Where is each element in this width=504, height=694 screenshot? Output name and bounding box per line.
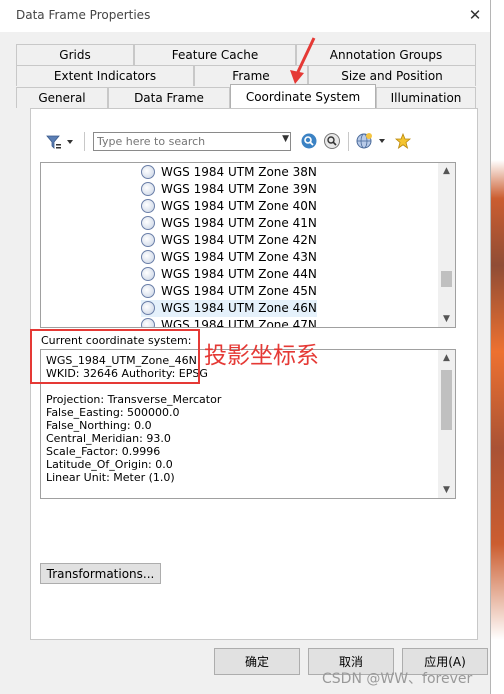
info-line: Linear Unit: Meter (1.0) (46, 471, 175, 484)
tab-extent-indicators[interactable]: Extent Indicators (16, 65, 194, 86)
info-line: False_Northing: 0.0 (46, 419, 152, 432)
search-input[interactable]: ▼ (93, 132, 291, 151)
transformations-button[interactable]: Transformations... (40, 563, 161, 584)
tab-general[interactable]: General (16, 87, 108, 108)
search-icon[interactable] (299, 132, 319, 155)
globe-icon (141, 300, 155, 315)
search-text-field[interactable] (94, 133, 278, 150)
list-item-label: WGS 1984 UTM Zone 38N (161, 165, 317, 179)
globe-icon (141, 232, 155, 247)
toolbar-divider (348, 132, 349, 151)
globe-dropdown-icon[interactable] (355, 132, 389, 155)
background-image-edge (491, 160, 504, 640)
tab-grids[interactable]: Grids (16, 44, 134, 65)
list-item-label: WGS 1984 UTM Zone 43N (161, 250, 317, 264)
scroll-thumb[interactable] (441, 271, 452, 287)
tab-data-frame[interactable]: Data Frame (108, 87, 230, 108)
list-item[interactable]: WGS 1984 UTM Zone 45N (141, 283, 317, 300)
window-title: Data Frame Properties (16, 8, 151, 22)
globe-icon (141, 198, 155, 213)
list-item-label: WGS 1984 UTM Zone 47N (161, 318, 317, 328)
tab-annotation-groups[interactable]: Annotation Groups (296, 44, 476, 65)
tab-illumination[interactable]: Illumination (376, 87, 476, 108)
list-scrollbar[interactable]: ▲ ▼ (438, 163, 455, 327)
globe-icon (141, 164, 155, 179)
info-line: Latitude_Of_Origin: 0.0 (46, 458, 173, 471)
list-item-label: WGS 1984 UTM Zone 45N (161, 284, 317, 298)
list-item[interactable]: WGS 1984 UTM Zone 38N (141, 164, 317, 181)
ok-button[interactable]: 确定 (214, 648, 300, 675)
info-line: False_Easting: 500000.0 (46, 406, 180, 419)
scroll-up-icon[interactable]: ▲ (438, 350, 455, 366)
coordinate-system-list[interactable]: WGS 1984 UTM Zone 38N WGS 1984 UTM Zone … (40, 162, 456, 328)
toolbar-divider (84, 132, 85, 151)
globe-icon (141, 266, 155, 281)
clear-search-icon[interactable] (322, 132, 342, 155)
list-item-label: WGS 1984 UTM Zone 39N (161, 182, 317, 196)
list-item-label: WGS 1984 UTM Zone 41N (161, 216, 317, 230)
info-line: Scale_Factor: 0.9996 (46, 445, 161, 458)
list-item[interactable]: WGS 1984 UTM Zone 44N (141, 266, 317, 283)
globe-icon (141, 249, 155, 264)
list-item-label: WGS 1984 UTM Zone 42N (161, 233, 317, 247)
list-item[interactable]: WGS 1984 UTM Zone 41N (141, 215, 317, 232)
list-item[interactable]: WGS 1984 UTM Zone 42N (141, 232, 317, 249)
list-item[interactable]: WGS 1984 UTM Zone 40N (141, 198, 317, 215)
list-item-label: WGS 1984 UTM Zone 44N (161, 267, 317, 281)
scroll-up-icon[interactable]: ▲ (438, 163, 455, 179)
list-item[interactable]: WGS 1984 UTM Zone 47N (141, 317, 317, 328)
list-item-label: WGS 1984 UTM Zone 40N (161, 199, 317, 213)
add-favorite-icon[interactable] (393, 132, 413, 155)
annotation-text: 投影坐标系 (204, 343, 319, 369)
info-line: Projection: Transverse_Mercator (46, 393, 222, 406)
annotation-arrow (290, 37, 316, 84)
globe-icon (141, 283, 155, 298)
annotation-highlight-box (30, 329, 200, 384)
tab-size-and-position[interactable]: Size and Position (308, 65, 476, 86)
list-item[interactable]: WGS 1984 UTM Zone 43N (141, 249, 317, 266)
info-line: Central_Meridian: 93.0 (46, 432, 171, 445)
globe-icon (141, 181, 155, 196)
close-icon[interactable]: ✕ (466, 6, 484, 24)
title-bar: Data Frame Properties ✕ (0, 0, 490, 32)
list-item[interactable]: WGS 1984 UTM Zone 39N (141, 181, 317, 198)
scroll-thumb[interactable] (441, 370, 452, 430)
scroll-down-icon[interactable]: ▼ (438, 482, 455, 498)
filter-icon[interactable] (44, 133, 76, 156)
globe-icon (141, 317, 155, 327)
list-item-selected[interactable]: WGS 1984 UTM Zone 46N (141, 300, 317, 317)
dialog-window: Data Frame Properties ✕ Grids Feature Ca… (0, 0, 491, 694)
details-scrollbar[interactable]: ▲ ▼ (438, 350, 455, 498)
tab-feature-cache[interactable]: Feature Cache (134, 44, 296, 65)
tab-coordinate-system[interactable]: Coordinate System (230, 84, 376, 108)
watermark: CSDN @WW、forever (322, 671, 473, 687)
scroll-down-icon[interactable]: ▼ (438, 311, 455, 327)
globe-icon (141, 215, 155, 230)
list-item-label: WGS 1984 UTM Zone 46N (161, 301, 317, 315)
chevron-down-icon[interactable]: ▼ (282, 134, 289, 144)
